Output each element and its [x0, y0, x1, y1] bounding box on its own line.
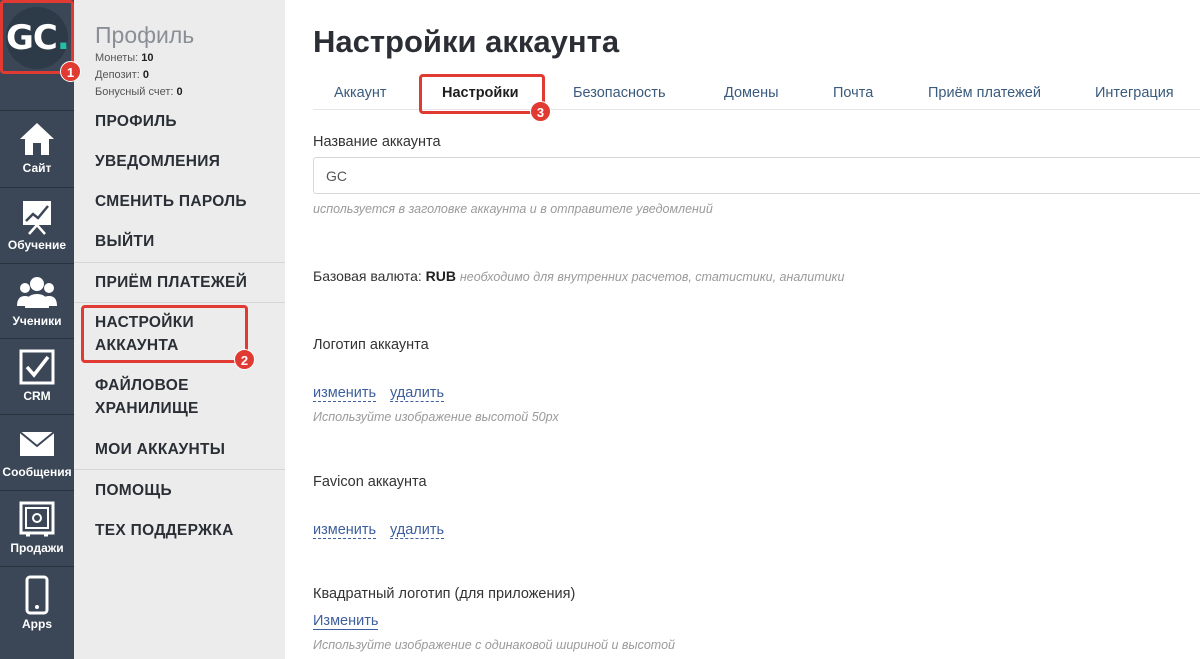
highlight-settings-tab	[419, 74, 545, 114]
checkbox-icon	[19, 349, 55, 385]
sidebar-divider	[74, 469, 285, 470]
account-name-label: Название аккаунта	[313, 134, 441, 150]
envelope-icon	[19, 431, 55, 456]
badge-1: 1	[60, 61, 81, 82]
rail-label: Обучение	[7, 238, 67, 252]
rail-label: Ученики	[12, 314, 62, 328]
sidebar-item-help[interactable]: ПОМОЩЬ	[95, 479, 270, 502]
sidebar-item-change-password[interactable]: СМЕНИТЬ ПАРОЛЬ	[95, 190, 270, 213]
sidebar-item-logout[interactable]: ВЫЙТИ	[95, 230, 270, 253]
tab-domains[interactable]: Домены	[724, 85, 779, 101]
deposit-stat: Депозит: 0	[95, 69, 149, 81]
favicon-label: Favicon аккаунта	[313, 474, 427, 490]
rail-item-learning[interactable]: Обучение	[0, 187, 74, 261]
icon-rail: GC. Сайт Обучение Ученики CRM Сообщения …	[0, 0, 74, 659]
page-title: Настройки аккаунта	[313, 24, 620, 59]
favicon-delete-link[interactable]: удалить	[390, 522, 445, 539]
rail-item-site[interactable]: Сайт	[0, 110, 74, 184]
sidebar-divider	[74, 262, 285, 263]
sidebar-item-tech-support[interactable]: ТЕХ ПОДДЕРЖКА	[95, 519, 270, 542]
badge-3: 3	[530, 101, 551, 122]
base-currency-hint: необходимо для внутренних расчетов, стат…	[459, 270, 845, 284]
rail-item-apps[interactable]: Apps	[0, 566, 74, 640]
coins-value: 10	[141, 52, 154, 64]
sidebar-item-file-storage[interactable]: ФАЙЛОВОЕ ХРАНИЛИЩЕ	[95, 374, 225, 420]
tab-payments[interactable]: Приём платежей	[928, 85, 1041, 101]
sidebar-item-profile[interactable]: ПРОФИЛЬ	[95, 110, 270, 133]
rail-item-messages[interactable]: Сообщения	[0, 414, 74, 488]
sidebar-item-payments[interactable]: ПРИЁМ ПЛАТЕЖЕЙ	[95, 271, 270, 294]
tab-integration[interactable]: Интеграция	[1095, 85, 1174, 101]
logo-change-link[interactable]: изменить	[313, 385, 377, 402]
house-icon	[20, 123, 54, 155]
bonus-stat: Бонусный счет: 0	[95, 86, 183, 98]
account-name-hint: используется в заголовке аккаунта и в от…	[313, 202, 713, 216]
rail-label: CRM	[23, 389, 51, 403]
badge-2: 2	[234, 349, 255, 370]
bonus-label: Бонусный счет:	[95, 86, 174, 98]
logo-hint: Используйте изображение высотой 50px	[313, 410, 559, 424]
favicon-change-link[interactable]: изменить	[313, 522, 377, 539]
square-logo-label: Квадратный логотип (для приложения)	[313, 586, 576, 602]
tab-security[interactable]: Безопасность	[573, 85, 666, 101]
bonus-value: 0	[176, 86, 183, 98]
presentation-chart-icon	[23, 201, 51, 235]
rail-label: Продажи	[10, 541, 64, 555]
rail-item-students[interactable]: Ученики	[0, 263, 74, 337]
phone-icon	[25, 575, 49, 615]
tab-account[interactable]: Аккаунт	[334, 85, 386, 101]
base-currency-value: RUB	[425, 268, 456, 284]
highlight-account-settings	[81, 305, 248, 363]
logo-delete-link[interactable]: удалить	[390, 385, 445, 402]
base-currency: Базовая валюта: RUB необходимо для внутр…	[313, 268, 844, 284]
coins-label: Монеты:	[95, 52, 139, 64]
base-currency-label: Базовая валюта:	[313, 268, 422, 284]
rail-label: Сообщения	[2, 465, 72, 479]
square-logo-hint: Используйте изображение с одинаковой шир…	[313, 638, 675, 652]
square-logo-change-link[interactable]: Изменить	[313, 613, 379, 630]
deposit-label: Депозит:	[95, 69, 140, 81]
rail-label: Сайт	[22, 161, 52, 175]
sidebar-divider	[74, 302, 285, 303]
coins-stat: Монеты: 10	[95, 52, 154, 64]
sidebar-title: Профиль	[95, 22, 195, 48]
sidebar-item-notifications[interactable]: УВЕДОМЛЕНИЯ	[95, 150, 270, 173]
sidebar-item-my-accounts[interactable]: МОИ АККАУНТЫ	[95, 438, 270, 461]
rail-item-crm[interactable]: CRM	[0, 338, 74, 412]
tab-mail[interactable]: Почта	[833, 85, 873, 101]
users-icon	[17, 277, 57, 308]
rail-label: Apps	[22, 617, 52, 631]
safe-icon	[19, 501, 55, 537]
account-name-input[interactable]	[313, 157, 1200, 194]
deposit-value: 0	[142, 69, 149, 81]
logo-label: Логотип аккаунта	[313, 337, 429, 353]
rail-item-sales[interactable]: Продажи	[0, 490, 74, 564]
